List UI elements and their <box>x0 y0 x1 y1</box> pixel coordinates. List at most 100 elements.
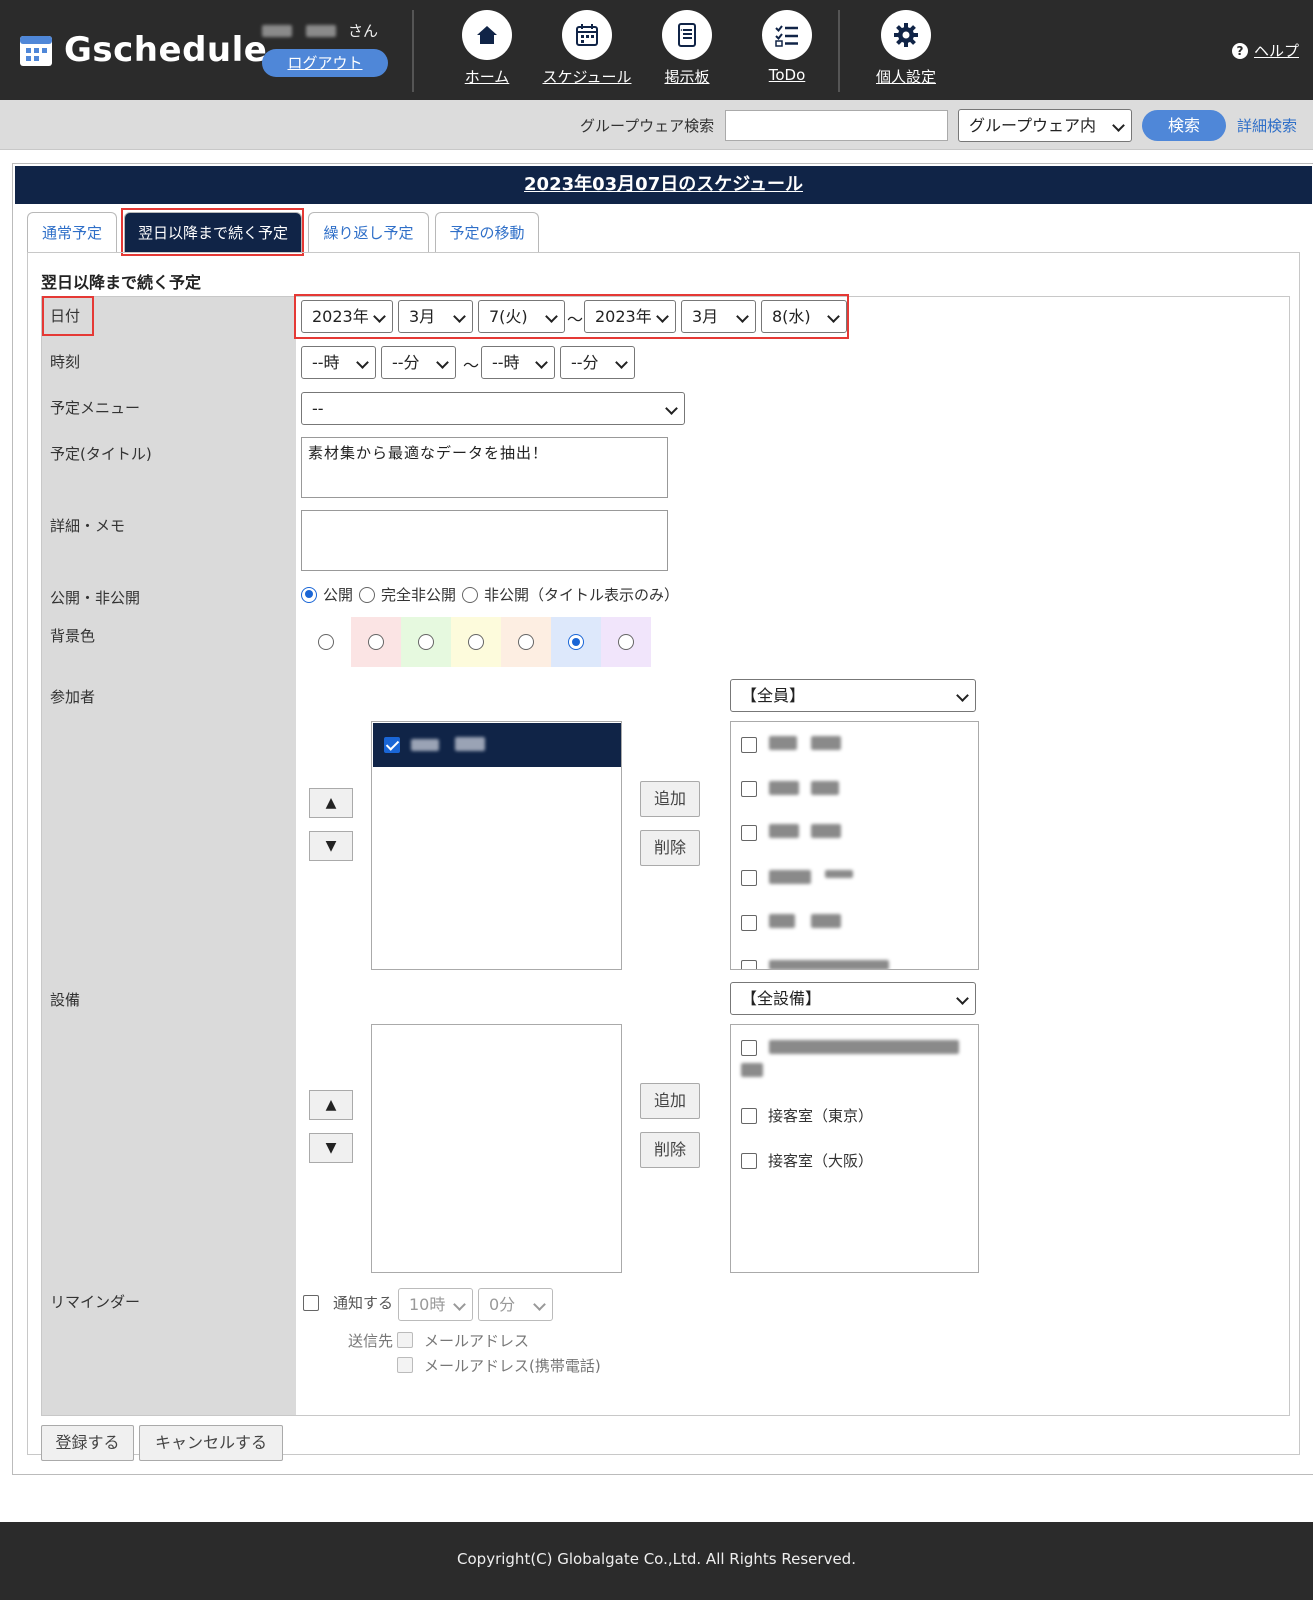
app-logo[interactable]: Gschedule <box>18 30 267 70</box>
bgcolor-option-pink[interactable] <box>351 617 401 667</box>
bgcolor-radio[interactable] <box>318 634 334 650</box>
participant-remove-button[interactable]: 削除 <box>640 830 700 866</box>
participants-label: 参加者 <box>50 688 96 706</box>
participant-name-blurred <box>455 737 485 751</box>
tab-normal[interactable]: 通常予定 <box>27 212 117 252</box>
bgcolor-radio[interactable] <box>468 634 484 650</box>
participant-option-checkbox[interactable] <box>741 737 757 753</box>
bgcolor-label: 背景色 <box>50 627 96 645</box>
bgcolor-option-orange[interactable] <box>501 617 551 667</box>
move-up-button[interactable]: ▲ <box>309 788 353 818</box>
reminder-notify-checkbox[interactable] <box>303 1295 319 1311</box>
move-down-button[interactable]: ▼ <box>309 831 353 861</box>
radio-public[interactable] <box>301 586 317 603</box>
start-month-select[interactable]: 3月 <box>398 300 473 333</box>
facility-remove-button[interactable]: 削除 <box>640 1132 700 1168</box>
user-name-blurred <box>306 24 336 37</box>
search-button[interactable]: 検索 <box>1142 110 1226 141</box>
end-minute-select[interactable]: --分 <box>560 346 635 379</box>
participant-group-select[interactable]: 【全員】 <box>730 679 976 712</box>
participant-option-name <box>769 824 799 838</box>
label-column <box>42 297 296 1415</box>
bgcolor-radio[interactable] <box>518 634 534 650</box>
nav-schedule[interactable]: スケジュール <box>537 10 637 87</box>
cancel-button[interactable]: キャンセルする <box>139 1425 283 1461</box>
home-icon-circle <box>462 10 512 60</box>
schedule-menu-select[interactable]: -- <box>301 392 685 425</box>
reminder-hour-select[interactable]: 10時 <box>398 1288 473 1321</box>
facility-option-checkbox[interactable] <box>741 1108 757 1124</box>
bgcolor-radio[interactable] <box>618 634 634 650</box>
search-input[interactable] <box>725 110 948 141</box>
nav-bulletin[interactable]: 掲示板 <box>637 10 737 87</box>
selected-facilities-list[interactable] <box>371 1024 622 1273</box>
search-scope-select[interactable]: グループウェア内 <box>958 109 1132 142</box>
participant-option-checkbox[interactable] <box>741 825 757 841</box>
start-year-select[interactable]: 2023年 <box>301 300 393 333</box>
nav-home[interactable]: ホーム <box>437 10 537 87</box>
facility-group-select[interactable]: 【全設備】 <box>730 982 976 1015</box>
participant-option-checkbox[interactable] <box>741 870 757 886</box>
reminder-label: リマインダー <box>50 1293 141 1311</box>
reminder-mobile-email-checkbox[interactable] <box>397 1357 413 1373</box>
facility-option-name <box>769 1040 959 1054</box>
participant-option-checkbox[interactable] <box>741 781 757 797</box>
facility-option-name <box>741 1063 763 1077</box>
facility-add-button[interactable]: 追加 <box>640 1083 700 1119</box>
advanced-search-link[interactable]: 詳細検索 <box>1237 115 1297 136</box>
facility-option-checkbox[interactable] <box>741 1040 757 1056</box>
available-participants-list[interactable] <box>730 721 979 970</box>
facility-move-down-button[interactable]: ▼ <box>309 1133 353 1163</box>
participant-add-button[interactable]: 追加 <box>640 781 700 817</box>
menu-label: 予定メニュー <box>50 399 141 417</box>
visibility-label: 公開・非公開 <box>50 589 141 607</box>
user-name: さん <box>262 20 392 41</box>
facility-move-up-button[interactable]: ▲ <box>309 1090 353 1120</box>
page-title[interactable]: 2023年03月07日のスケジュール <box>15 166 1312 204</box>
start-minute-select[interactable]: --分 <box>381 346 456 379</box>
schedule-panel: 2023年03月07日のスケジュール 通常予定 翌日以降まで続く予定 繰り返し予… <box>12 163 1313 1475</box>
end-year-select[interactable]: 2023年 <box>584 300 676 333</box>
title-textarea[interactable]: 素材集から最適なデータを抽出！ <box>301 437 668 498</box>
nav-label: 個人設定 <box>875 68 936 86</box>
bgcolor-radio[interactable] <box>418 634 434 650</box>
bgcolor-option-white[interactable] <box>301 617 351 667</box>
start-hour-select[interactable]: --時 <box>301 346 376 379</box>
participant-checkbox[interactable] <box>384 737 400 753</box>
reminder-email-checkbox[interactable] <box>397 1332 413 1348</box>
participant-option-checkbox[interactable] <box>741 960 757 969</box>
reminder-minute-select[interactable]: 0分 <box>478 1288 553 1321</box>
bgcolor-option-yellow[interactable] <box>451 617 501 667</box>
memo-textarea[interactable] <box>301 510 668 571</box>
bgcolor-option-green[interactable] <box>401 617 451 667</box>
available-facilities-list[interactable]: 接客室（東京） 接客室（大阪） <box>730 1024 979 1273</box>
participant-option-name <box>769 781 799 795</box>
participant-option-checkbox[interactable] <box>741 915 757 931</box>
participant-name-blurred <box>411 739 439 751</box>
participant-option-name <box>811 736 841 750</box>
tab-repeat[interactable]: 繰り返し予定 <box>308 212 429 252</box>
tab-move[interactable]: 予定の移動 <box>435 212 539 252</box>
nav-label: スケジュール <box>542 68 632 86</box>
reminder-email-label: メールアドレス <box>424 1332 530 1350</box>
end-month-select[interactable]: 3月 <box>681 300 756 333</box>
radio-fully-private[interactable] <box>359 586 376 603</box>
bgcolor-radio-selected[interactable] <box>568 634 584 650</box>
radio-private-title-only[interactable] <box>462 586 479 603</box>
logout-button[interactable]: ログアウト <box>262 49 388 77</box>
end-hour-select[interactable]: --時 <box>481 346 555 379</box>
end-day-select[interactable]: 8(水) <box>761 300 847 333</box>
help-link[interactable]: ? ヘルプ <box>1231 40 1299 61</box>
nav-todo[interactable]: ToDo <box>737 10 837 84</box>
reminder-send-to-label: 送信先 <box>348 1332 394 1350</box>
facility-option-checkbox[interactable] <box>741 1153 757 1169</box>
selected-participant-row[interactable] <box>373 723 621 767</box>
selected-participants-list[interactable] <box>371 721 622 970</box>
bgcolor-radio[interactable] <box>368 634 384 650</box>
submit-button[interactable]: 登録する <box>41 1425 134 1461</box>
nav-personal-settings[interactable]: 個人設定 <box>856 10 956 87</box>
bgcolor-option-purple[interactable] <box>601 617 651 667</box>
start-day-select[interactable]: 7(火) <box>478 300 565 333</box>
header-divider <box>412 10 414 92</box>
bgcolor-option-blue[interactable] <box>551 617 601 667</box>
